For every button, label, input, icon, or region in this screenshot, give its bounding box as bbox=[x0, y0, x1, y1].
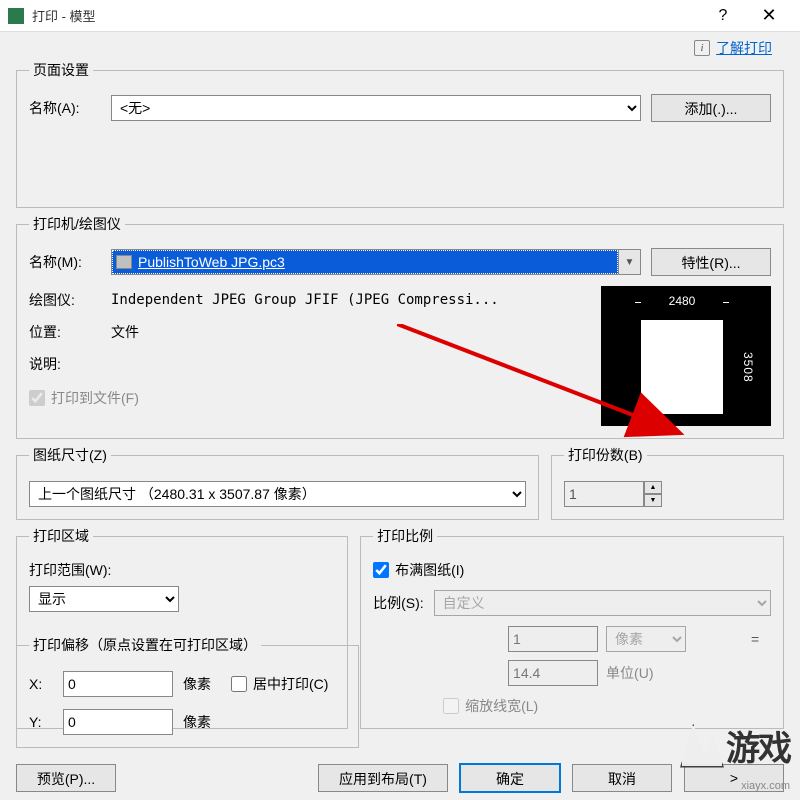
page-name-label: 名称(A): bbox=[29, 98, 101, 118]
preview-width: 2480 bbox=[669, 294, 696, 308]
watermark-url: xiayx.com bbox=[741, 780, 790, 792]
printer-name-select[interactable]: PublishToWeb JPG.pc3 bbox=[111, 249, 619, 275]
paper-size-legend: 图纸尺寸(Z) bbox=[29, 445, 111, 465]
window-title: 打印 - 模型 bbox=[32, 6, 700, 25]
help-link-row: i 了解打印 bbox=[0, 32, 800, 60]
center-print-label: 居中打印(C) bbox=[253, 674, 328, 694]
offset-y-unit: 像素 bbox=[183, 712, 211, 732]
print-to-file-label: 打印到文件(F) bbox=[51, 388, 139, 408]
scale-unit1-select: 像素 bbox=[606, 626, 686, 652]
add-page-button[interactable]: 添加(.)... bbox=[651, 94, 771, 122]
printer-legend: 打印机/绘图仪 bbox=[29, 214, 125, 234]
close-button[interactable]: ✕ bbox=[746, 1, 792, 31]
apply-layout-button[interactable]: 应用到布局(T) bbox=[318, 764, 448, 792]
paper-size-select[interactable]: 上一个图纸尺寸 （2480.31 x 3507.87 像素） bbox=[29, 481, 526, 507]
print-offset-legend: 打印偏移（原点设置在可打印区域） bbox=[29, 635, 261, 655]
printer-properties-button[interactable]: 特性(R)... bbox=[651, 248, 771, 276]
page-name-select[interactable]: <无> bbox=[111, 95, 641, 121]
desc-label: 说明: bbox=[29, 354, 101, 374]
page-setup-legend: 页面设置 bbox=[29, 60, 93, 80]
printer-name-value: PublishToWeb JPG.pc3 bbox=[138, 254, 285, 270]
print-offset-group: 打印偏移（原点设置在可打印区域） X: 像素 居中打印(C) Y: 像素 bbox=[16, 635, 359, 748]
plotter-value: Independent JPEG Group JFIF (JPEG Compre… bbox=[111, 292, 499, 308]
offset-x-unit: 像素 bbox=[183, 674, 211, 694]
printer-group: 打印机/绘图仪 名称(M): PublishToWeb JPG.pc3 ▼ 特性… bbox=[16, 214, 784, 439]
page-setup-group: 页面设置 名称(A): <无> 添加(.)... bbox=[16, 60, 784, 208]
print-to-file-checkbox bbox=[29, 390, 45, 406]
copies-legend: 打印份数(B) bbox=[564, 445, 647, 465]
paper-size-group: 图纸尺寸(Z) 上一个图纸尺寸 （2480.31 x 3507.87 像素） bbox=[16, 445, 539, 520]
print-range-label: 打印范围(W): bbox=[29, 560, 335, 580]
offset-y-input[interactable] bbox=[63, 709, 173, 735]
preview-height: 3508 bbox=[741, 352, 755, 383]
preview-button[interactable]: 预览(P)... bbox=[16, 764, 116, 792]
location-value: 文件 bbox=[111, 322, 139, 342]
scale-select: 自定义 bbox=[434, 590, 771, 616]
printer-name-label: 名称(M): bbox=[29, 252, 101, 272]
titlebar: 打印 - 模型 ? ✕ bbox=[0, 0, 800, 32]
copies-down[interactable]: ▼ bbox=[644, 494, 662, 507]
offset-x-label: X: bbox=[29, 676, 53, 692]
copies-group: 打印份数(B) ▲ ▼ bbox=[551, 445, 784, 520]
help-button[interactable]: ? bbox=[700, 1, 746, 31]
scale-label: 比例(S): bbox=[373, 593, 424, 613]
copies-up[interactable]: ▲ bbox=[644, 481, 662, 494]
info-icon: i bbox=[694, 40, 710, 56]
print-area-legend: 打印区域 bbox=[29, 526, 93, 546]
print-range-select[interactable]: 显示 bbox=[29, 586, 179, 612]
plotter-label: 绘图仪: bbox=[29, 290, 101, 310]
watermark-logo: 游戏 bbox=[680, 721, 790, 770]
fit-to-paper-label: 布满图纸(I) bbox=[395, 560, 464, 580]
cancel-button[interactable]: 取消 bbox=[572, 764, 672, 792]
copies-input bbox=[564, 481, 644, 507]
paper-preview: 2480 3508 bbox=[601, 286, 771, 426]
chevron-down-icon[interactable]: ▼ bbox=[619, 249, 641, 275]
offset-x-input[interactable] bbox=[63, 671, 173, 697]
app-icon bbox=[8, 8, 24, 24]
print-scale-legend: 打印比例 bbox=[373, 526, 437, 546]
fit-to-paper-checkbox[interactable] bbox=[373, 562, 389, 578]
offset-y-label: Y: bbox=[29, 714, 53, 730]
learn-print-link[interactable]: 了解打印 bbox=[716, 38, 772, 58]
center-print-checkbox[interactable] bbox=[231, 676, 247, 692]
location-label: 位置: bbox=[29, 322, 101, 342]
plotter-icon bbox=[116, 255, 132, 269]
ok-button[interactable]: 确定 bbox=[460, 764, 560, 792]
